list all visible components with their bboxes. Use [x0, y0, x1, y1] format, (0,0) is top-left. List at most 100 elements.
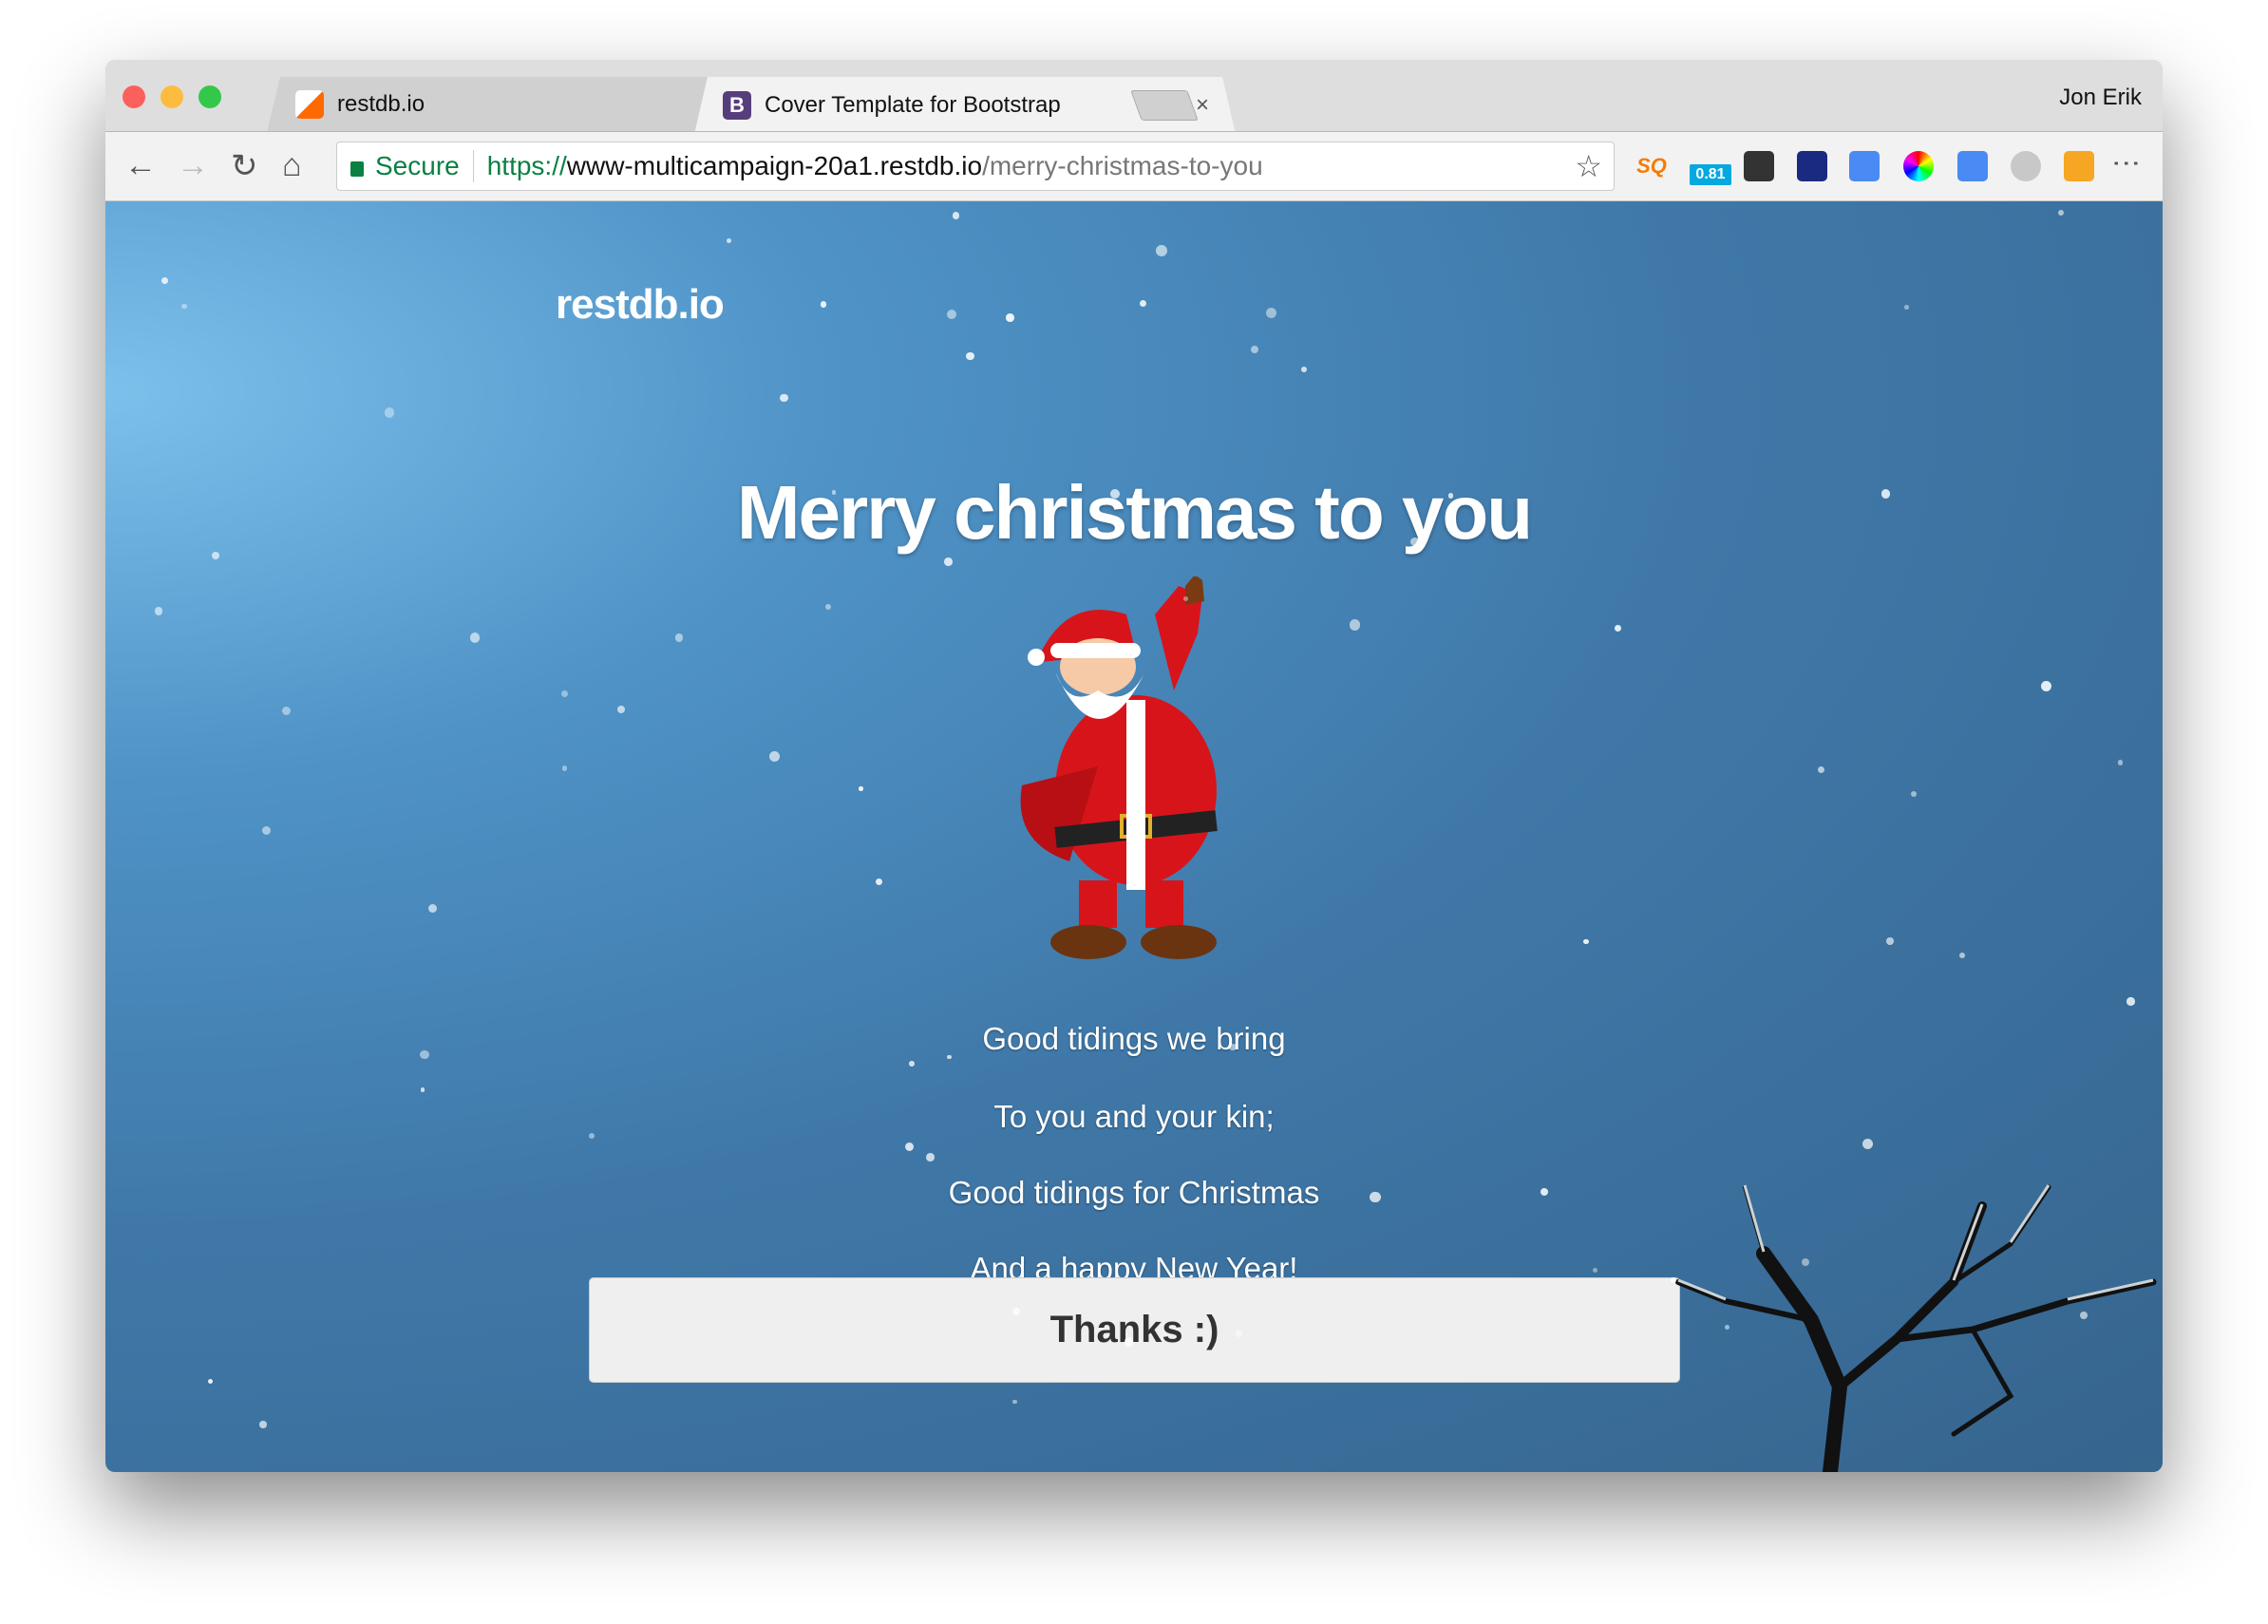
reload-icon[interactable]: ↻	[231, 147, 258, 185]
snowflake	[211, 552, 219, 559]
lock-icon	[350, 161, 364, 177]
snowflake	[825, 603, 832, 610]
snowflake	[1250, 346, 1258, 354]
snowflake	[207, 1378, 214, 1385]
snowflake	[831, 490, 837, 495]
snowflake	[2080, 1312, 2088, 1320]
rate-badge-extension-icon[interactable]: 0.81	[1690, 164, 1731, 185]
speedometer-icon[interactable]	[1797, 151, 1827, 181]
santa-image	[1020, 576, 1218, 959]
url-scheme: https://	[486, 151, 567, 180]
page-content: restdb.io Merry christmas to you Good ti…	[105, 201, 2163, 1472]
snowflake	[947, 1054, 952, 1060]
snowflake	[259, 1421, 267, 1428]
snowflake	[1124, 1337, 1133, 1347]
snowflake	[1012, 1399, 1018, 1405]
snowflake	[181, 303, 187, 310]
back-icon[interactable]: ←	[124, 147, 157, 184]
snowflake	[154, 607, 163, 615]
snowflake	[1139, 299, 1147, 308]
snowflake	[2118, 760, 2124, 765]
evernote-icon[interactable]	[1744, 151, 1774, 181]
snowflake	[1886, 937, 1895, 946]
snowflake	[420, 1049, 429, 1059]
tab-close-button[interactable]: ×	[1196, 92, 1209, 119]
snowflake	[1958, 952, 1965, 959]
snowflake	[616, 705, 625, 713]
snowflake	[1229, 1043, 1237, 1051]
bookmark-star-icon[interactable]: ☆	[1575, 148, 1602, 184]
snowflake	[1447, 493, 1454, 499]
snowflake	[427, 903, 438, 914]
snowflake	[2041, 680, 2052, 691]
tree-decoration	[1675, 1184, 2157, 1472]
snowflake	[421, 1087, 425, 1092]
menu-icon[interactable]: ⋮	[2110, 149, 2142, 178]
new-tab-button[interactable]	[1130, 90, 1199, 121]
snowflake	[1006, 313, 1015, 322]
bootstrap-b-icon: B	[723, 91, 751, 120]
google-translate-icon[interactable]	[1849, 151, 1880, 181]
tab-title: restdb.io	[337, 91, 425, 117]
snowflake	[966, 351, 974, 360]
snowflake	[560, 689, 569, 698]
forward-icon[interactable]: →	[177, 147, 209, 184]
profile-name[interactable]: Jon Erik	[2059, 85, 2142, 111]
tab-bar: restdb.io × B Cover Template for Bootstr…	[105, 60, 2163, 131]
snowflake	[469, 633, 481, 643]
snowflake	[909, 1061, 915, 1067]
url-host: www-multicampaign-20a1.restdb.io	[566, 151, 983, 180]
home-icon[interactable]: ⌂	[282, 147, 302, 184]
u-extension-icon[interactable]	[2011, 151, 2041, 181]
snowflake	[944, 557, 953, 567]
snowflake	[1266, 308, 1277, 319]
share-extension-icon[interactable]	[2064, 151, 2094, 181]
close-window-button[interactable]	[123, 85, 145, 108]
snowflake	[820, 301, 827, 308]
snowflake	[2126, 997, 2135, 1006]
poem-line: To you and your kin;	[993, 1099, 1275, 1134]
snowflake	[261, 826, 271, 836]
snowflake	[1370, 1192, 1381, 1203]
restdb-logo-icon	[295, 90, 324, 119]
snowflake	[768, 750, 781, 763]
snowflake	[1300, 367, 1307, 373]
snowflake	[1011, 1307, 1020, 1315]
snowflake	[726, 237, 732, 244]
poem-line: Good tidings we bring	[982, 1021, 1286, 1056]
snowflake	[562, 765, 568, 771]
address-bar[interactable]: Secure https://www-multicampaign-20a1.re…	[336, 142, 1615, 191]
snowflake	[1156, 245, 1167, 257]
snowflake	[1904, 305, 1909, 310]
snowflake	[2058, 210, 2065, 217]
sq-extension-icon[interactable]: SQ	[1636, 151, 1667, 181]
snowflake	[952, 212, 960, 219]
snowflake	[1881, 489, 1890, 499]
snowflake	[384, 407, 395, 418]
color-picker-icon[interactable]	[1903, 151, 1934, 181]
snowflake	[859, 786, 863, 791]
snowflake	[946, 309, 957, 320]
snowflake	[1817, 765, 1825, 774]
snowflake	[588, 1132, 595, 1139]
brand-logo[interactable]: restdb.io	[556, 281, 725, 329]
snowflake	[281, 707, 291, 716]
snowflake	[1583, 938, 1589, 944]
snowflake	[904, 1142, 914, 1152]
snowflake	[1910, 791, 1917, 798]
tag-extension-icon[interactable]	[1957, 151, 1988, 181]
maximize-window-button[interactable]	[198, 85, 221, 108]
thanks-button[interactable]: Thanks :)	[589, 1277, 1680, 1383]
snowflake	[1349, 619, 1361, 632]
snowflake	[1862, 1138, 1874, 1149]
toolbar: ← → ↻ ⌂ Secure https://www-multicampaign…	[105, 131, 2163, 201]
snowflake	[674, 633, 684, 642]
page-title: Merry christmas to you	[736, 470, 1533, 555]
minimize-window-button[interactable]	[161, 85, 183, 108]
snowflake	[925, 1152, 935, 1161]
tab-title: Cover Template for Bootstrap	[765, 92, 1061, 118]
browser-window: restdb.io × B Cover Template for Bootstr…	[105, 60, 2163, 1472]
snowflake	[875, 878, 883, 886]
snowflake	[780, 393, 788, 403]
secure-label: Secure	[375, 151, 460, 180]
